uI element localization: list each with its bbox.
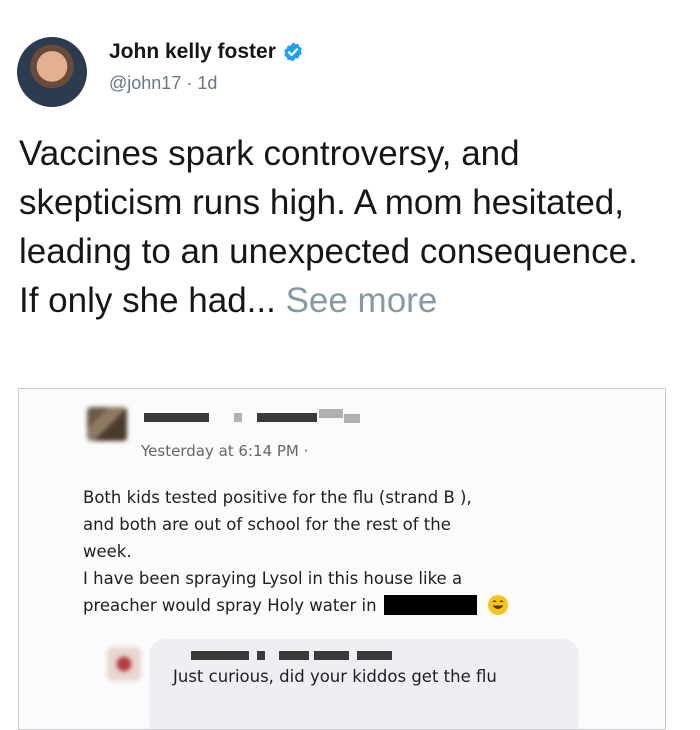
- meta-separator: ·: [186, 73, 193, 93]
- post-line: Both kids tested positive for the flu (s…: [83, 488, 472, 507]
- attached-screenshot[interactable]: Yesterday at 6:14 PM · Both kids tested …: [18, 388, 666, 730]
- redacted-name: [234, 413, 242, 422]
- blurred-avatar: [87, 407, 127, 441]
- blurred-comment-avatar: [107, 647, 141, 681]
- tweet-age[interactable]: 1d: [197, 73, 217, 93]
- redacted-name: [319, 409, 343, 418]
- post-line: preacher would spray Holy water in: [83, 596, 377, 615]
- redacted-name: [257, 413, 317, 422]
- post-line: week.: [83, 542, 132, 561]
- author-handle[interactable]: @john17: [109, 73, 181, 93]
- author-name[interactable]: John kelly foster: [109, 40, 276, 64]
- author-name-row: John kelly foster: [109, 40, 304, 64]
- laughing-emoji-icon: [488, 595, 509, 615]
- post-line: I have been spraying Lysol in this house…: [83, 569, 463, 588]
- comment-text: Just curious, did your kiddos get the fl…: [173, 667, 497, 686]
- redacted-word: [383, 595, 477, 615]
- author-avatar[interactable]: [17, 37, 87, 107]
- comment-bubble: Just curious, did your kiddos get the fl…: [149, 639, 579, 729]
- verified-badge-icon: [284, 42, 302, 62]
- author-meta: @john17 · 1d: [109, 73, 217, 94]
- redacted-name: [257, 651, 265, 660]
- redacted-name: [314, 651, 349, 660]
- post-body: Both kids tested positive for the flu (s…: [83, 484, 563, 619]
- tweet-text: Vaccines spark controversy, and skeptici…: [19, 129, 659, 325]
- see-more-link[interactable]: See more: [286, 281, 438, 320]
- post-timestamp: Yesterday at 6:14 PM ·: [141, 442, 309, 460]
- redacted-name: [191, 651, 249, 660]
- post-line: and both are out of school for the rest …: [83, 515, 451, 534]
- post-line-final: preacher would spray Holy water in: [83, 592, 563, 619]
- redacted-name: [344, 414, 360, 423]
- redacted-name: [144, 413, 209, 422]
- redacted-name: [279, 651, 309, 660]
- redacted-name: [357, 651, 392, 660]
